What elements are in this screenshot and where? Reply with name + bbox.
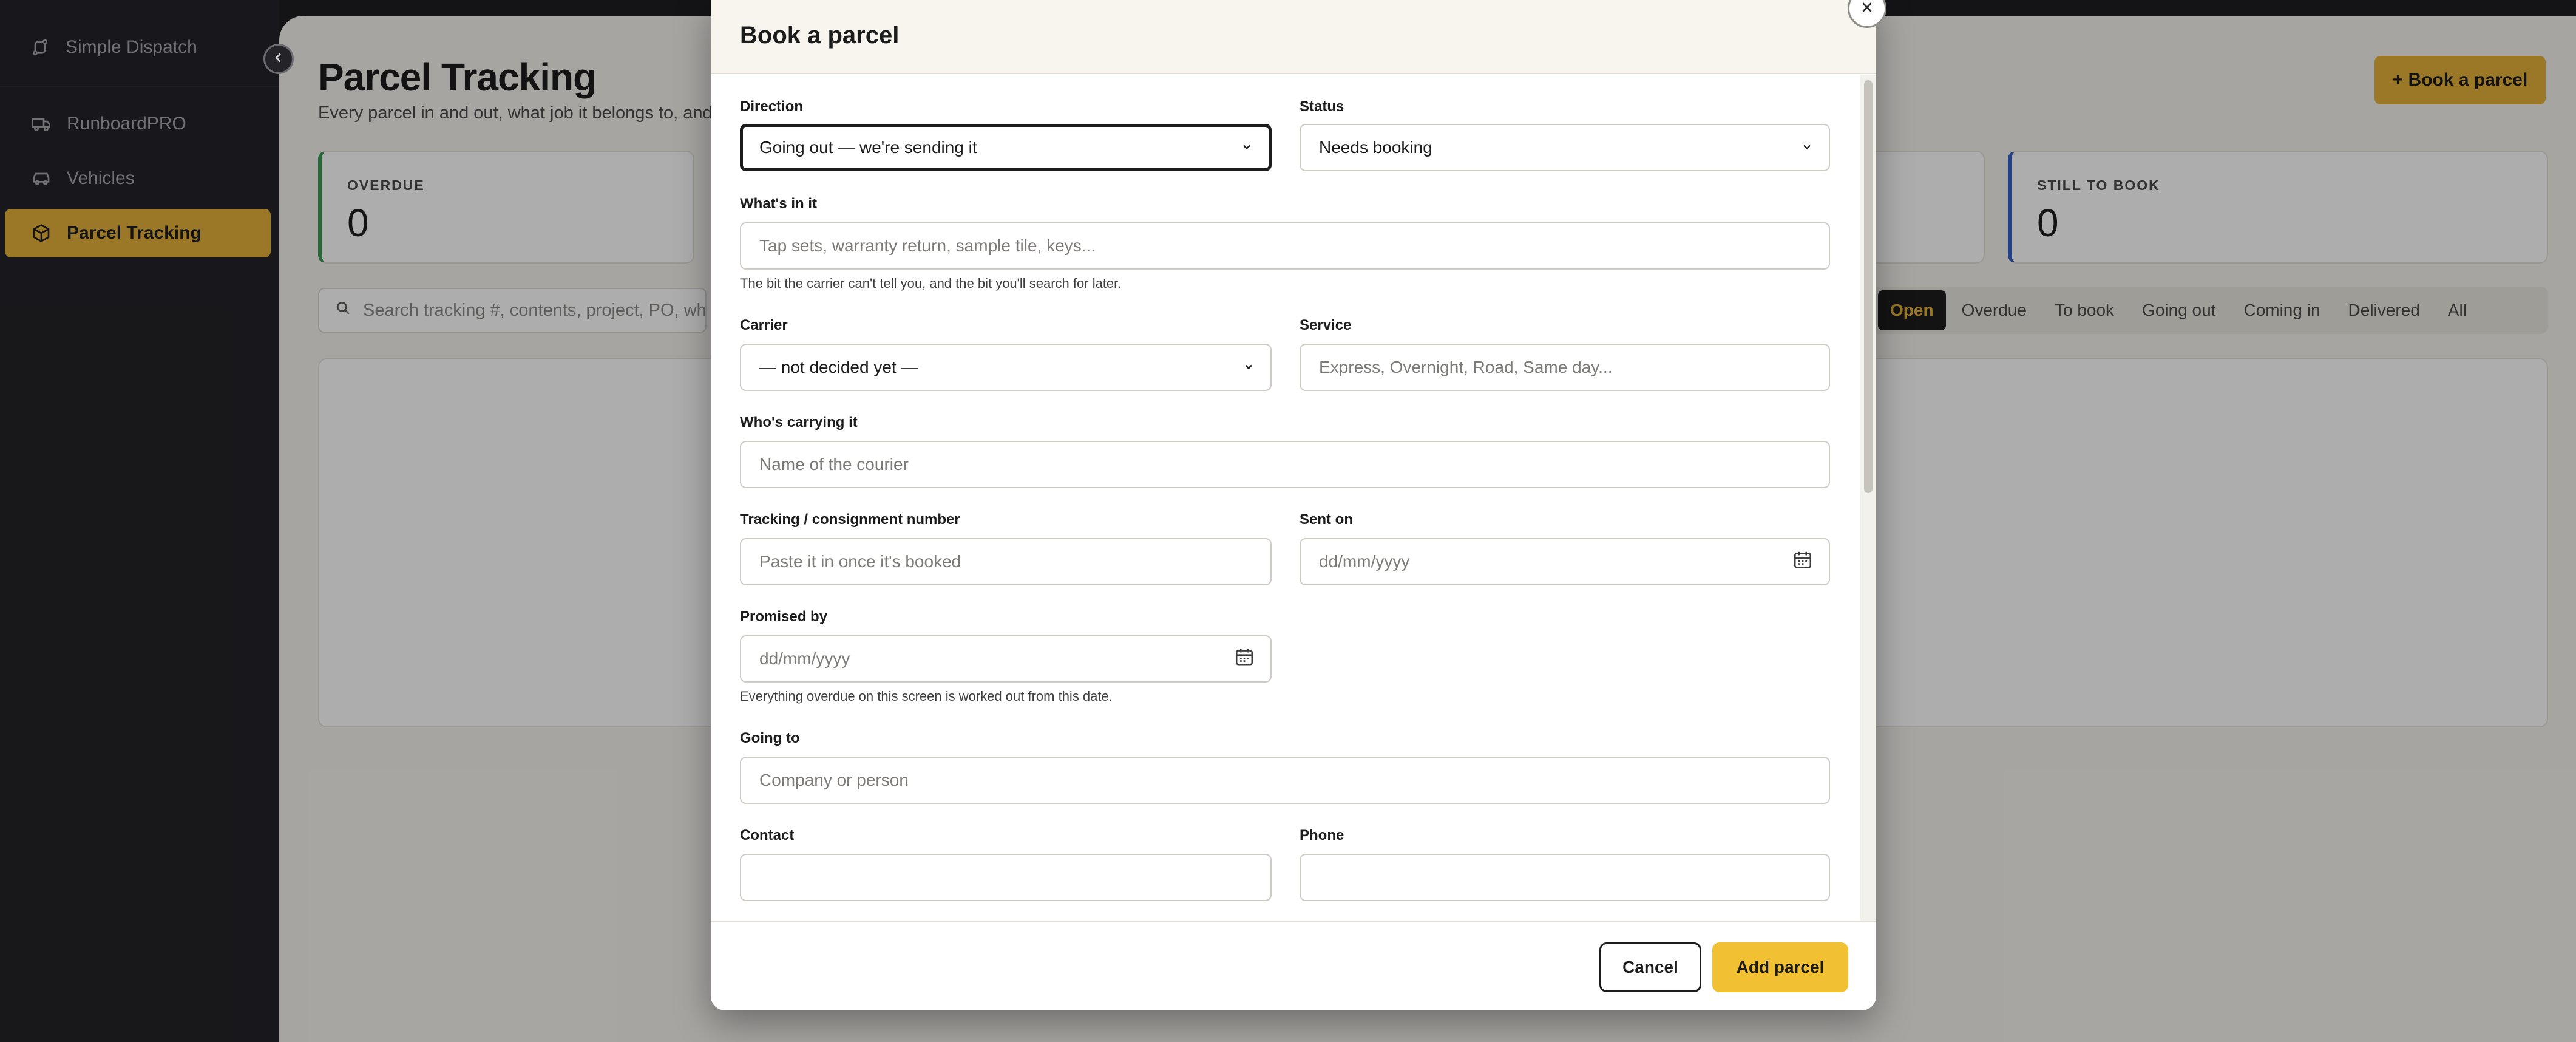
status-label: Status — [1300, 98, 1344, 115]
direction-value: Going out — we're sending it — [759, 138, 977, 157]
phone-input[interactable] — [1300, 854, 1830, 901]
courier-input[interactable]: Name of the courier — [740, 441, 1830, 488]
carrier-select[interactable]: — not decided yet — — [740, 344, 1272, 391]
tracking-input[interactable]: Paste it in once it's booked — [740, 538, 1272, 585]
service-input[interactable]: Express, Overnight, Road, Same day... — [1300, 344, 1830, 391]
dialog-footer: Cancel Add parcel — [711, 921, 1876, 1010]
contents-label: What's in it — [740, 196, 818, 212]
direction-select[interactable]: Going out — we're sending it — [740, 124, 1272, 171]
promised-by-hint: Everything overdue on this screen is wor… — [740, 689, 1113, 704]
chevron-down-icon — [1241, 138, 1253, 157]
contents-placeholder: Tap sets, warranty return, sample tile, … — [759, 236, 1096, 255]
sent-on-label: Sent on — [1300, 511, 1353, 528]
dialog-body: Direction Going out — we're sending it S… — [711, 75, 1876, 921]
status-value: Needs booking — [1319, 138, 1432, 157]
going-to-label: Going to — [740, 730, 800, 746]
promised-by-date-input[interactable]: dd/mm/yyyy — [740, 635, 1272, 683]
sidebar-collapse-button[interactable] — [263, 44, 294, 74]
carrier-label: Carrier — [740, 317, 788, 333]
contents-input[interactable]: Tap sets, warranty return, sample tile, … — [740, 222, 1830, 270]
close-icon — [1859, 0, 1875, 18]
direction-label: Direction — [740, 98, 804, 115]
carrier-value: — not decided yet — — [759, 358, 918, 376]
dialog-header: Book a parcel — [711, 0, 1876, 74]
calendar-icon[interactable] — [1234, 647, 1255, 672]
dialog-scrollbar-thumb[interactable] — [1864, 80, 1873, 493]
sent-on-placeholder: dd/mm/yyyy — [1319, 552, 1410, 571]
chevron-down-icon — [1242, 358, 1255, 377]
chevron-down-icon — [1801, 138, 1813, 157]
status-select[interactable]: Needs booking — [1300, 124, 1830, 171]
going-to-input[interactable]: Company or person — [740, 757, 1830, 804]
phone-label: Phone — [1300, 827, 1344, 843]
service-label: Service — [1300, 317, 1352, 333]
chevron-left-icon — [272, 51, 285, 67]
dialog-title: Book a parcel — [740, 22, 900, 49]
going-to-placeholder: Company or person — [759, 771, 909, 789]
service-placeholder: Express, Overnight, Road, Same day... — [1319, 358, 1613, 376]
courier-placeholder: Name of the courier — [759, 455, 909, 474]
sent-on-date-input[interactable]: dd/mm/yyyy — [1300, 538, 1830, 585]
contents-hint: The bit the carrier can't tell you, and … — [740, 276, 1122, 291]
add-parcel-button[interactable]: Add parcel — [1712, 942, 1848, 992]
promised-by-placeholder: dd/mm/yyyy — [759, 649, 850, 668]
cancel-button[interactable]: Cancel — [1599, 942, 1701, 992]
tracking-label: Tracking / consignment number — [740, 511, 960, 528]
contact-label: Contact — [740, 827, 795, 843]
promised-by-label: Promised by — [740, 608, 828, 625]
courier-label: Who's carrying it — [740, 414, 858, 431]
book-parcel-dialog: Book a parcel Direction Going out — we'r… — [711, 0, 1876, 1010]
tracking-placeholder: Paste it in once it's booked — [759, 552, 961, 571]
calendar-icon[interactable] — [1792, 550, 1813, 574]
contact-input[interactable] — [740, 854, 1272, 901]
